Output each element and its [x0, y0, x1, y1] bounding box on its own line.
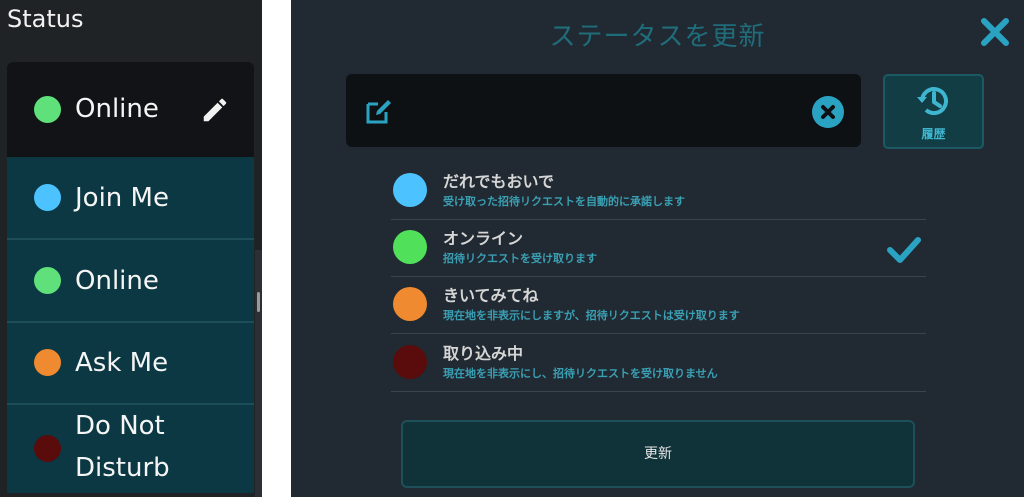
clear-icon: [821, 105, 835, 119]
status-item-online[interactable]: Online: [7, 240, 254, 323]
ask-me-status-dot-icon: [393, 287, 427, 321]
busy-status-dot-icon: [393, 345, 427, 379]
option-name: きいてみてね: [443, 286, 539, 305]
option-description: 招待リクエストを受け取ります: [443, 252, 597, 265]
scrollbar-thumb[interactable]: [257, 292, 260, 312]
status-item-join-me[interactable]: Join Me: [7, 157, 254, 240]
close-icon: [981, 18, 1009, 46]
pencil-icon[interactable]: [200, 95, 230, 129]
ask-me-status-dot-icon: [34, 349, 61, 376]
do-not-disturb-status-dot-icon: [34, 435, 61, 462]
option-name: だれでもおいで: [443, 172, 555, 191]
status-item-label: Do Not: [75, 411, 165, 441]
panel-title: Status: [7, 5, 84, 33]
option-name: 取り込み中: [443, 344, 524, 363]
online-status-dot-icon: [393, 230, 427, 264]
current-status-item[interactable]: Online: [7, 62, 254, 157]
checkmark-icon: [887, 236, 921, 268]
update-status-dialog: ステータスを更新 履歴 だれでもおいで 受け取った招待リクエストを自動的に承諾し…: [291, 0, 1024, 497]
history-clock-icon: [917, 87, 948, 116]
status-item-label: Online: [75, 266, 159, 296]
status-option-join-me[interactable]: だれでもおいで 受け取った招待リクエストを自動的に承諾します: [391, 163, 926, 220]
online-status-dot-icon: [34, 267, 61, 294]
option-description: 受け取った招待リクエストを自動的に承諾します: [443, 195, 685, 208]
history-button[interactable]: 履歴: [883, 74, 984, 149]
current-status-label: Online: [75, 94, 159, 124]
scrollbar-track[interactable]: [255, 250, 262, 497]
status-item-ask-me[interactable]: Ask Me: [7, 323, 254, 405]
join-me-status-dot-icon: [393, 173, 427, 207]
status-item-label: Disturb: [75, 453, 170, 483]
online-status-dot-icon: [34, 96, 61, 123]
status-option-ask-me[interactable]: きいてみてね 現在地を非表示にしますが、招待リクエストは受け取ります: [391, 277, 926, 334]
history-label: 履歴: [921, 127, 946, 141]
status-panel: Status Online Join Me Online Ask Me Do N…: [0, 0, 262, 497]
dialog-title: ステータスを更新: [549, 22, 766, 52]
option-name: オンライン: [443, 229, 524, 248]
status-option-busy[interactable]: 取り込み中 現在地を非表示にし、招待リクエストを受け取りません: [391, 335, 926, 392]
update-button[interactable]: 更新: [401, 420, 915, 488]
option-description: 現在地を非表示にしますが、招待リクエストは受け取ります: [443, 309, 740, 322]
status-input[interactable]: [406, 92, 800, 130]
status-option-online[interactable]: オンライン 招待リクエストを受け取ります: [391, 220, 926, 277]
status-text-field[interactable]: [346, 74, 861, 147]
status-item-label: Ask Me: [75, 348, 169, 378]
edit-icon: [364, 96, 394, 130]
join-me-status-dot-icon: [34, 184, 61, 211]
status-item-label: Join Me: [75, 183, 169, 213]
option-description: 現在地を非表示にし、招待リクエストを受け取りません: [443, 367, 718, 380]
clear-input-button[interactable]: [812, 96, 844, 128]
status-item-do-not-disturb[interactable]: Do Not Disturb: [7, 405, 254, 493]
close-button[interactable]: [979, 16, 1011, 48]
